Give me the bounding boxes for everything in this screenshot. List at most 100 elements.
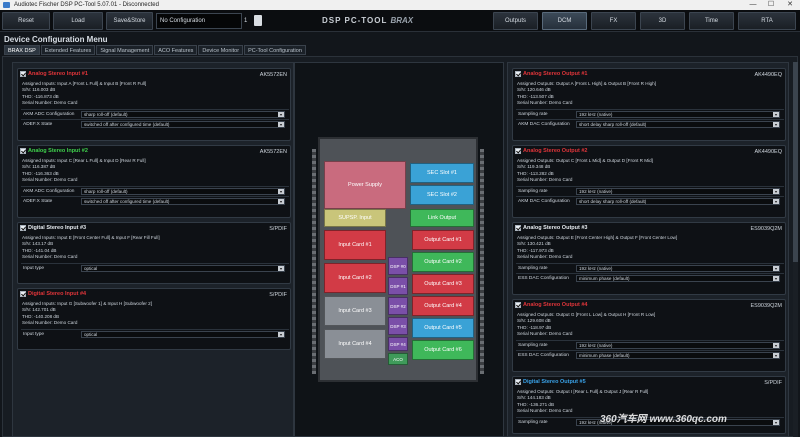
slot-input-card-2[interactable]: Input Card #2 [324, 263, 386, 293]
slot-input-card-3[interactable]: Input Card #3 [324, 296, 386, 326]
subtab-brax-dsp[interactable]: BRAX DSP [4, 45, 40, 55]
slot-sub-input[interactable]: SUPSP. Input [324, 209, 386, 227]
info-assigned: Assigned Inputs: Input E [Front Center F… [22, 235, 160, 240]
info-assigned: Assigned Outputs: Output C [Front L Mid]… [517, 158, 653, 163]
setting-select[interactable]: sharp roll-off (default) ▾ [81, 111, 285, 118]
slot-sec-2[interactable]: SEC Slot #2 [410, 185, 474, 205]
slot-aco[interactable]: ACO [388, 353, 408, 365]
input-column: Analog Stereo Input #1 AK5572EN Assigned I… [12, 62, 294, 437]
enable-checkbox[interactable] [20, 148, 26, 154]
minimize-button[interactable]: — [744, 0, 762, 10]
slot-input-card-1[interactable]: Input Card #1 [324, 230, 386, 260]
setting-select[interactable]: optical ▾ [81, 331, 285, 338]
enable-checkbox[interactable] [20, 71, 26, 77]
slot-output-card-4[interactable]: Output Card #4 [412, 296, 474, 316]
setting-select[interactable]: optical ▾ [81, 265, 285, 272]
load-button[interactable]: Load [53, 12, 103, 30]
close-button[interactable]: ✕ [781, 0, 799, 10]
app-logo: DSP PC-TOOL BRAX [322, 15, 442, 27]
tab-outputs[interactable]: Outputs [493, 12, 538, 30]
enable-checkbox[interactable] [20, 291, 26, 297]
slot-power-supply[interactable]: Power Supply [324, 161, 406, 209]
logo-text: DSP PC-TOOL [322, 16, 388, 25]
maximize-button[interactable]: ☐ [762, 0, 780, 10]
setting-select[interactable]: sharp roll-off (default) ▾ [81, 188, 285, 195]
info-sn: S/N: 116.003 dB [22, 87, 56, 93]
reset-button[interactable]: Reset [2, 12, 50, 30]
setting-value: minimum phase (default) [579, 353, 630, 358]
setting-select[interactable]: minimum phase (default) ▾ [576, 352, 780, 359]
slot-output-card-5[interactable]: Output Card #5 [412, 318, 474, 338]
setting-select[interactable]: 192 kHz (native) ▾ [576, 188, 780, 195]
card-title: Analog Stereo Input #1 [28, 71, 88, 77]
enable-checkbox[interactable] [515, 225, 521, 231]
configuration-select[interactable]: No Configuration [156, 13, 242, 29]
info-thd: THD: -136.271 dB [517, 401, 555, 407]
slot-dsp-0[interactable]: DSP #0 [388, 257, 408, 275]
setting-select[interactable]: switched off after configured time (defa… [81, 198, 285, 205]
tab-time[interactable]: Time [689, 12, 734, 30]
info-sn: S/N: 120.646 dB [517, 87, 551, 93]
chip-name: AK4490EQ [754, 72, 782, 78]
document-icon[interactable] [254, 15, 262, 26]
slot-output-card-1[interactable]: Output Card #1 [412, 230, 474, 250]
chevron-down-icon: ▾ [773, 112, 779, 117]
slot-input-card-4[interactable]: Input Card #4 [324, 329, 386, 359]
card-title: Digital Stereo Input #4 [28, 291, 87, 297]
save-store-button[interactable]: Save&Store [106, 12, 153, 30]
setting-select[interactable]: short delay sharp roll-off (default) ▾ [576, 121, 780, 128]
chevron-down-icon: ▾ [773, 343, 779, 348]
setting-value: 192 kHz (native) [579, 112, 613, 117]
main-toolbar: Reset Load Save&Store No Configuration 1… [0, 10, 800, 32]
info-serial: Serial Number: Demo Card [517, 177, 573, 183]
subtab-device-monitor[interactable]: Device Monitor [198, 45, 244, 55]
setting-row: AKM DAC Configuration short delay sharp r… [516, 119, 784, 128]
scrollbar-thumb[interactable] [793, 62, 798, 262]
setting-label: Input type [23, 332, 45, 337]
enable-checkbox[interactable] [20, 225, 26, 231]
setting-select[interactable]: minimum phase (default) ▾ [576, 275, 780, 282]
subtab-extended-features[interactable]: Extended Features [40, 45, 96, 55]
enable-checkbox[interactable] [515, 379, 521, 385]
chevron-down-icon: ▾ [773, 266, 779, 271]
enable-checkbox[interactable] [515, 302, 521, 308]
output-card: Analog Stereo Output #2 AK4490EQ Assigned … [512, 145, 786, 218]
card-title: Analog Stereo Output #2 [523, 148, 588, 154]
subtab-pc-tool-configuration[interactable]: PC-Tool Configuration [244, 45, 306, 55]
slot-output-card-2[interactable]: Output Card #2 [412, 252, 474, 272]
slot-link-output[interactable]: Link Output [410, 209, 474, 227]
slot-dsp-2[interactable]: DSP #2 [388, 297, 408, 315]
setting-select[interactable]: 192 kHz (native) ▾ [576, 111, 780, 118]
tab-3d[interactable]: 3D [640, 12, 685, 30]
enable-checkbox[interactable] [515, 148, 521, 154]
setting-value: minimum phase (default) [579, 276, 630, 281]
slot-output-card-6[interactable]: Output Card #6 [412, 340, 474, 360]
setting-select[interactable]: short delay sharp roll-off (default) ▾ [576, 198, 780, 205]
info-assigned: Assigned Outputs: Output A [Front L High… [517, 81, 656, 86]
enable-checkbox[interactable] [515, 71, 521, 77]
input-card: Analog Stereo Input #2 AK5572EN Assigned I… [17, 145, 291, 218]
subtab-signal-management[interactable]: Signal Management [96, 45, 154, 55]
slot-dsp-1[interactable]: DSP #1 [388, 277, 408, 295]
slot-dsp-4[interactable]: DSP #4 [388, 337, 408, 351]
setting-select[interactable]: 192 kHz (native) ▾ [576, 265, 780, 272]
slot-dsp-3[interactable]: DSP #3 [388, 317, 408, 335]
setting-select[interactable]: switched off after configured time (defa… [81, 121, 285, 128]
tab-dcm[interactable]: DCM [542, 12, 587, 30]
subtab-aco-features[interactable]: ACO Features [154, 45, 198, 55]
chevron-down-icon: ▾ [278, 332, 284, 337]
setting-value: sharp roll-off (default) [84, 112, 128, 117]
tab-fx[interactable]: FX [591, 12, 636, 30]
tab-rta[interactable]: RTA [738, 12, 796, 30]
chevron-down-icon: ▾ [773, 420, 779, 425]
chevron-down-icon: ▾ [773, 199, 779, 204]
scrollbar[interactable] [793, 62, 798, 437]
setting-value: short delay sharp roll-off (default) [579, 122, 647, 127]
info-serial: Serial Number: Demo Card [22, 254, 78, 260]
app-icon [3, 2, 10, 8]
slot-output-card-3[interactable]: Output Card #3 [412, 274, 474, 294]
setting-row: Input type optical ▾ [21, 263, 289, 272]
device-chassis: Power Supply SEC Slot #1 SEC Slot #2 SUP… [312, 137, 484, 382]
slot-sec-1[interactable]: SEC Slot #1 [410, 163, 474, 183]
setting-select[interactable]: 192 kHz (native) ▾ [576, 342, 780, 349]
